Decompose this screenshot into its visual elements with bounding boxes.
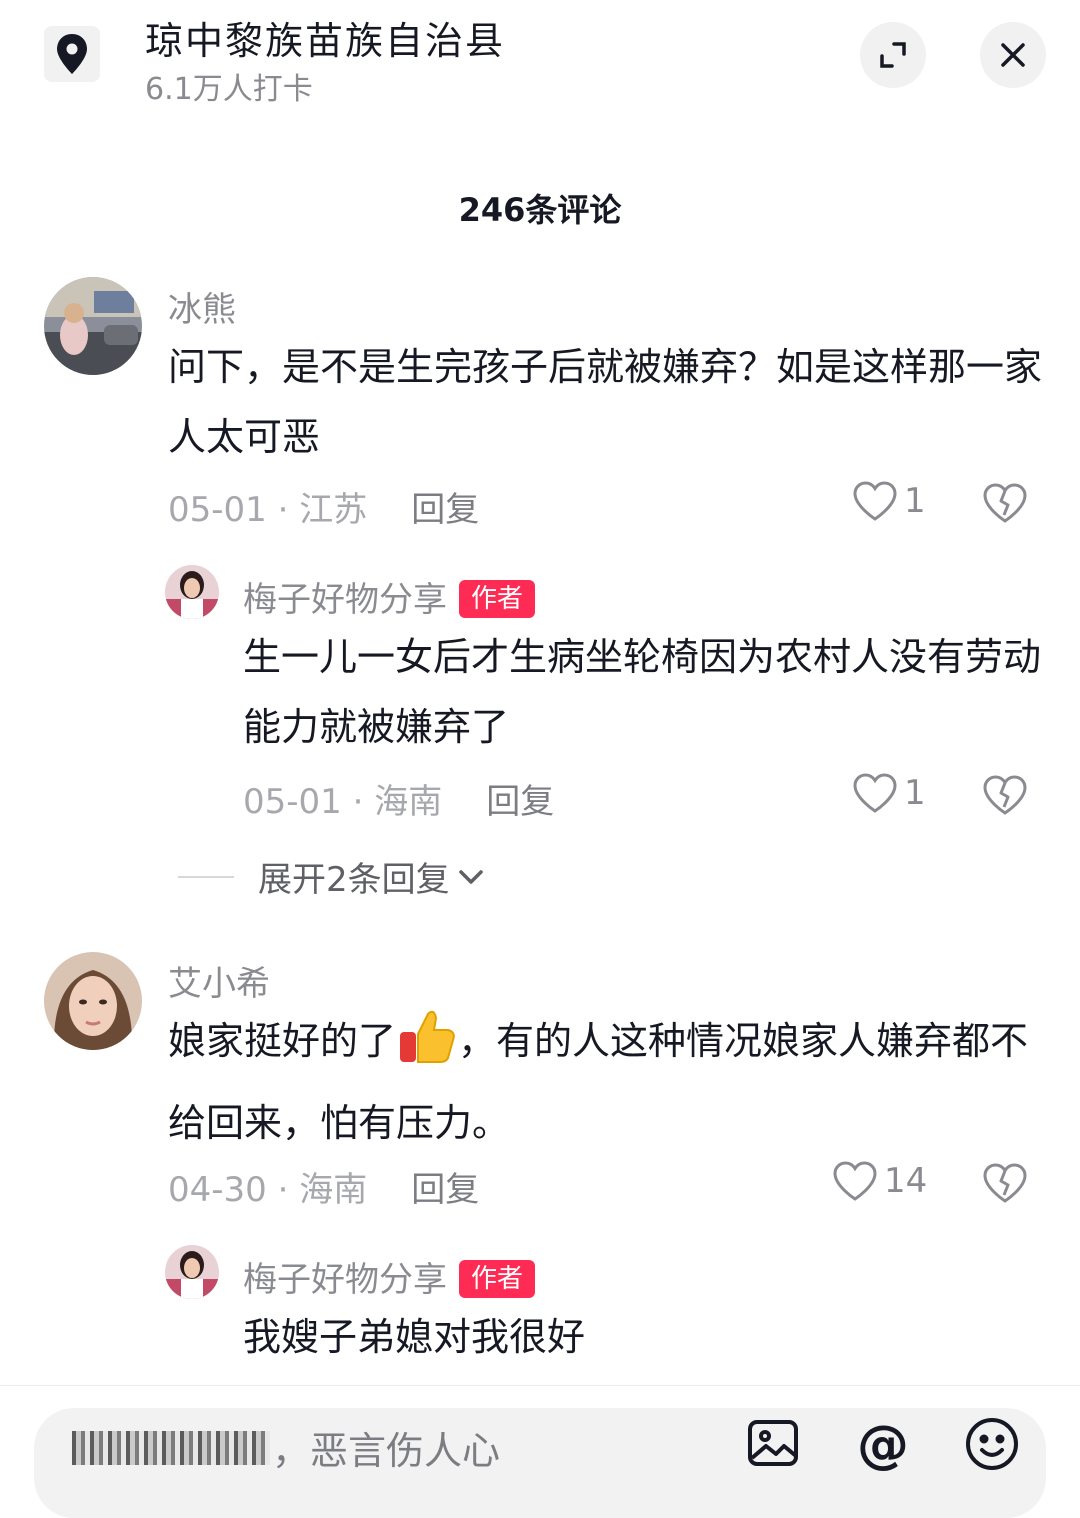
location-title: 琼中黎族苗族自治县 [145, 19, 506, 63]
comment-date-location: 04-30 · 海南 [168, 1170, 368, 1210]
checkin-count: 6.1万人打卡 [145, 72, 313, 107]
thumbs-up-emoji [396, 1006, 458, 1088]
divider-line [178, 875, 234, 878]
emoji-button[interactable] [964, 1416, 1020, 1476]
comment-text: 娘家挺好的了 ，有的人这种情况娘家人嫌弃都不给回来，怕有压力。 [168, 1006, 1048, 1158]
reply-button[interactable]: 回复 [486, 782, 554, 822]
comment-meta: 05-01 · 江苏 回复 [168, 482, 479, 531]
avatar[interactable] [44, 277, 142, 375]
broken-heart-icon [983, 775, 1027, 815]
location-pin-icon [44, 26, 100, 82]
reply-username[interactable]: 梅子好物分享 作者 [243, 572, 536, 621]
expand-button[interactable] [860, 22, 926, 88]
reply-date-location: 05-01 · 海南 [243, 782, 443, 822]
heart-icon [833, 1161, 877, 1201]
at-icon: @ [857, 1415, 909, 1475]
close-icon [1001, 43, 1025, 67]
heart-icon [853, 481, 897, 521]
chevron-down-icon [458, 869, 483, 884]
reply-username-text: 梅子好物分享 [243, 1260, 447, 1300]
avatar[interactable] [165, 565, 219, 619]
close-button[interactable] [980, 22, 1046, 88]
reply-meta: 05-01 · 海南 回复 [243, 774, 554, 823]
comment-count: 246条评论 [458, 191, 622, 229]
like-count: 1 [904, 773, 926, 813]
dislike-button[interactable] [982, 774, 1028, 820]
expand-icon [880, 42, 906, 68]
like-count: 1 [904, 481, 926, 521]
comment-username[interactable]: 艾小希 [168, 956, 270, 1005]
pixelated-text [72, 1430, 270, 1465]
comment-input-bar: ，恶言伤人心 @ [0, 1385, 1080, 1518]
reply-username[interactable]: 梅子好物分享 作者 [243, 1252, 536, 1301]
reply-text: 生一儿一女后才生病坐轮椅因为农村人没有劳动能力就被嫌弃了 [243, 635, 1042, 749]
like-button[interactable]: 14 [832, 1160, 927, 1202]
like-count: 14 [884, 1161, 928, 1201]
reply-text: 我嫂子弟媳对我很好 [243, 1315, 586, 1359]
mention-button[interactable]: @ [855, 1415, 911, 1476]
expand-replies-label: 展开2条回复 [258, 860, 450, 900]
author-badge: 作者 [459, 1260, 536, 1298]
like-button[interactable]: 1 [852, 480, 926, 522]
placeholder-text: ，恶言伤人心 [272, 1429, 501, 1473]
comment-meta: 04-30 · 海南 回复 [168, 1162, 479, 1211]
avatar[interactable] [165, 1245, 219, 1299]
author-badge: 作者 [459, 580, 536, 618]
image-icon [748, 1420, 798, 1466]
comment-input-placeholder[interactable]: ，恶言伤人心 [72, 1420, 500, 1475]
comment-date-location: 05-01 · 江苏 [168, 490, 368, 530]
image-button[interactable] [746, 1416, 800, 1474]
broken-heart-icon [983, 1163, 1027, 1203]
emoji-icon [966, 1418, 1018, 1470]
expand-replies-button[interactable]: 展开2条回复 [178, 852, 486, 901]
broken-heart-icon [983, 483, 1027, 523]
like-button[interactable]: 1 [852, 772, 926, 814]
comment-username[interactable]: 冰熊 [168, 282, 236, 331]
dislike-button[interactable] [982, 1162, 1028, 1208]
comment-text: 问下，是不是生完孩子后就被嫌弃？如是这样那一家人太可恶 [168, 345, 1043, 459]
reply-username-text: 梅子好物分享 [243, 580, 447, 620]
reply-button[interactable]: 回复 [411, 1170, 479, 1210]
reply-button[interactable]: 回复 [411, 490, 479, 530]
dislike-button[interactable] [982, 482, 1028, 528]
svg-text:@: @ [857, 1416, 909, 1472]
comment-text-part: 娘家挺好的了 [168, 1019, 397, 1063]
heart-icon [853, 773, 897, 813]
avatar[interactable] [44, 952, 142, 1050]
